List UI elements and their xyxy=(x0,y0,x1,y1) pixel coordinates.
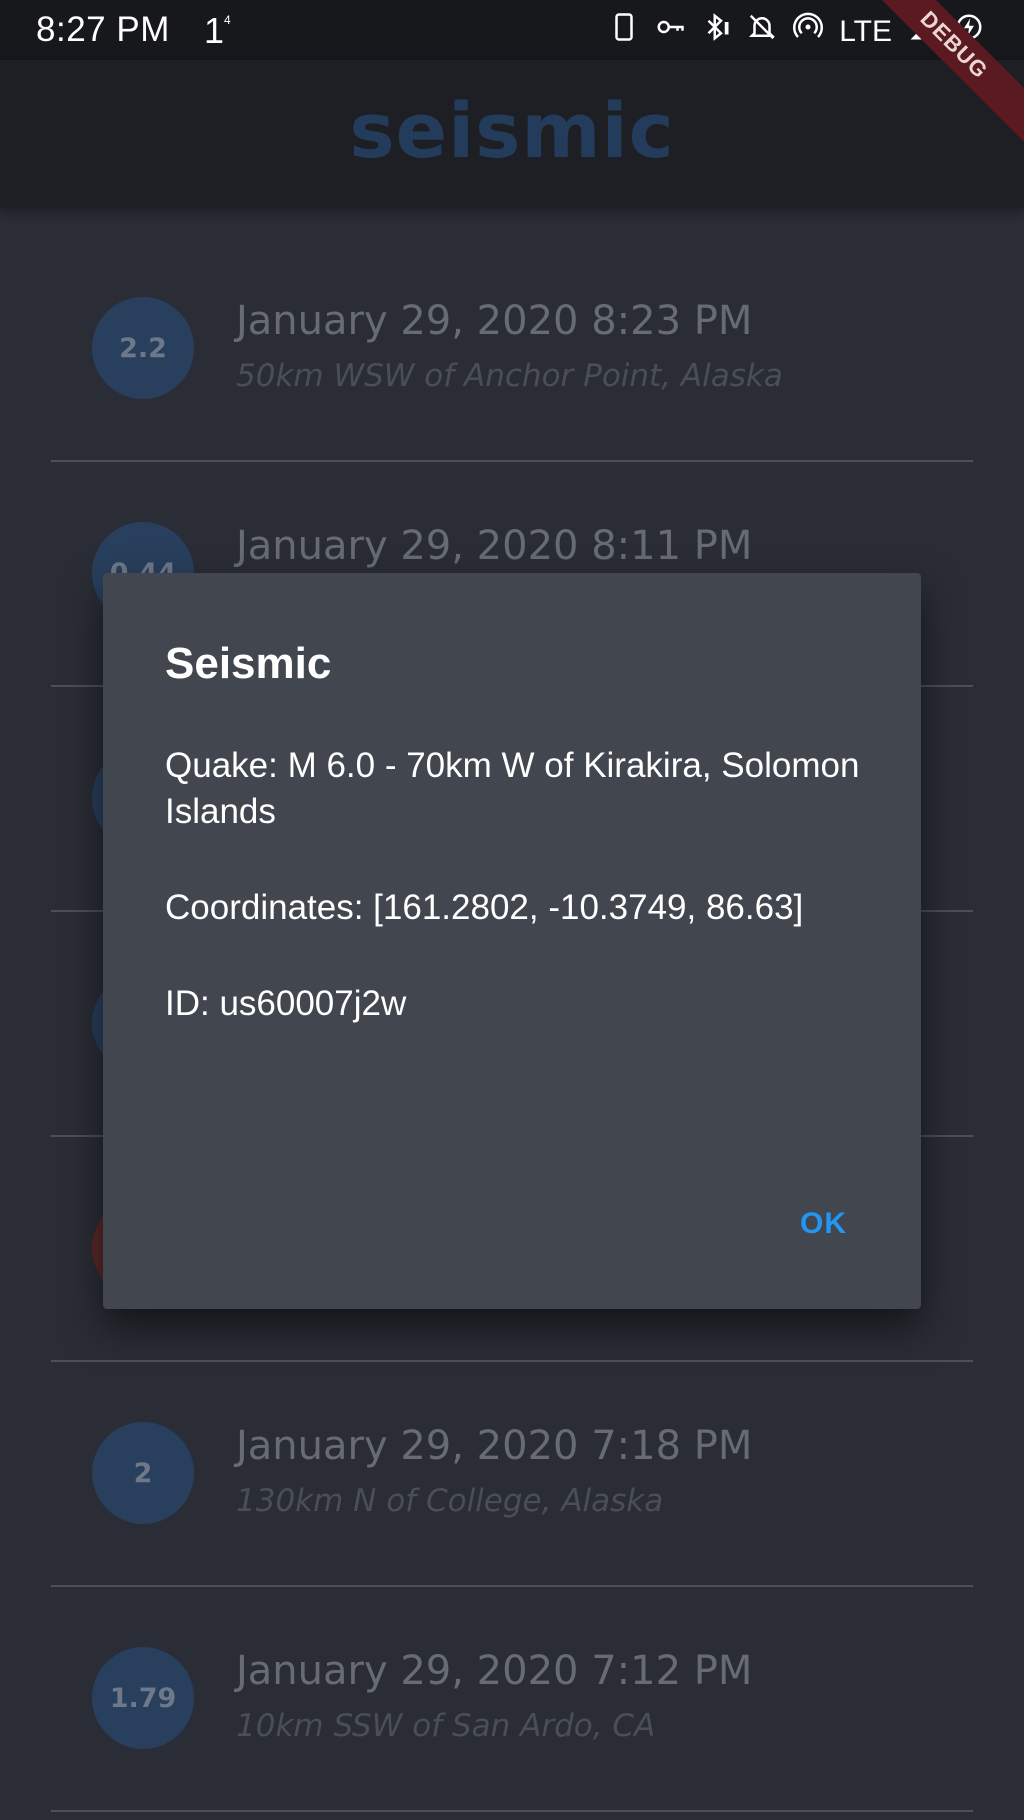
list-item[interactable]: 1.79 January 29, 2020 7:12 PM 10km SSW o… xyxy=(0,1586,1024,1811)
notifications-off-icon xyxy=(747,12,777,51)
dialog-title: Seismic xyxy=(165,639,332,688)
dialog-quake-text: Quake: M 6.0 - 70km W of Kirakira, Solom… xyxy=(165,746,860,831)
network-type: LTE xyxy=(839,14,892,48)
status-extra-sup: 4 xyxy=(224,13,231,27)
key-icon xyxy=(655,12,685,51)
magnitude-badge: 2.2 xyxy=(92,297,194,399)
app-title: seismic xyxy=(349,85,675,175)
ok-button[interactable]: OK xyxy=(786,1197,861,1251)
quake-place: 130km N of College, Alaska xyxy=(236,1483,664,1519)
quake-place: 50km WSW of Anchor Point, Alaska xyxy=(236,358,783,394)
list-item[interactable]: 2 January 29, 2020 7:18 PM 130km N of Co… xyxy=(0,1361,1024,1586)
magnitude-badge: 1.79 xyxy=(92,1647,194,1749)
quake-place: 10km SSW of San Ardo, CA xyxy=(236,1708,656,1744)
quake-date: January 29, 2020 8:23 PM xyxy=(236,298,753,344)
status-bar: 8:27 PM 14 LTE xyxy=(0,0,1024,60)
hotspot-icon xyxy=(793,12,824,51)
quake-date: January 29, 2020 8:11 PM xyxy=(236,523,753,569)
quake-date: January 29, 2020 7:18 PM xyxy=(236,1423,753,1469)
magnitude-badge: 2 xyxy=(92,1422,194,1524)
app-bar: seismic xyxy=(0,60,1024,208)
dialog-id-text: ID: us60007j2w xyxy=(165,984,407,1023)
dialog-body: Quake: M 6.0 - 70km W of Kirakira, Solom… xyxy=(165,743,865,1077)
quake-details-dialog: Seismic Quake: M 6.0 - 70km W of Kirakir… xyxy=(103,573,921,1309)
status-time: 8:27 PM xyxy=(36,10,170,49)
divider xyxy=(51,1810,973,1812)
status-extra: 14 xyxy=(204,10,231,52)
dialog-coordinates-text: Coordinates: [161.2802, -10.3749, 86.63] xyxy=(165,888,804,927)
list-item[interactable]: 2.2 January 29, 2020 8:23 PM 50km WSW of… xyxy=(0,236,1024,461)
status-extra-value: 1 xyxy=(204,10,225,51)
bluetooth-icon xyxy=(701,12,731,51)
quake-date: January 29, 2020 7:12 PM xyxy=(236,1648,753,1694)
phone-icon xyxy=(609,12,639,51)
